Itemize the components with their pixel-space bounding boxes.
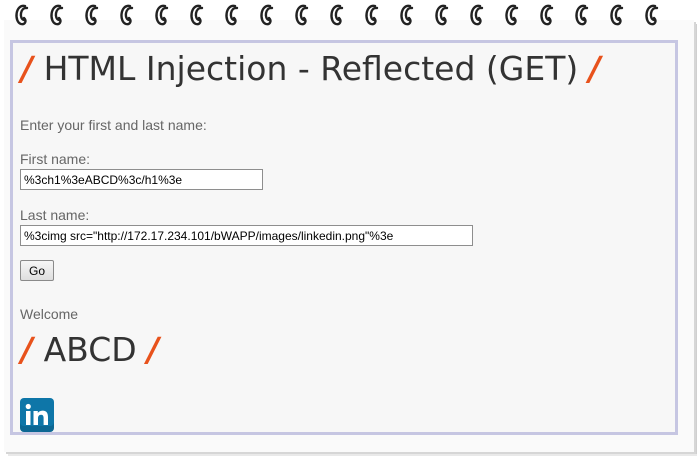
injected-heading-text: ABCD [43, 330, 137, 369]
welcome-text: Welcome [20, 306, 79, 322]
page-title-text: HTML Injection - Reflected (GET) [43, 49, 579, 88]
linkedin-in-icon [25, 403, 48, 425]
title-slash-right: / [588, 49, 601, 88]
binder-rings [0, 0, 697, 32]
heading-slash-left: / [21, 330, 34, 369]
injected-heading: / ABCD / [21, 330, 159, 369]
linkedin-logo-icon [20, 398, 54, 432]
last-name-label: Last name: [20, 207, 90, 223]
binder-rings-icon [15, 4, 659, 26]
last-name-input[interactable] [20, 225, 473, 246]
page-title: / HTML Injection - Reflected (GET) / [21, 49, 601, 88]
form-prompt: Enter your first and last name: [20, 117, 207, 133]
first-name-input[interactable] [20, 169, 263, 190]
heading-slash-right: / [147, 330, 160, 369]
title-slash-left: / [21, 49, 34, 88]
go-button[interactable]: Go [20, 260, 54, 281]
first-name-label: First name: [20, 151, 91, 167]
content-frame: / HTML Injection - Reflected (GET) / Ent… [10, 40, 678, 435]
